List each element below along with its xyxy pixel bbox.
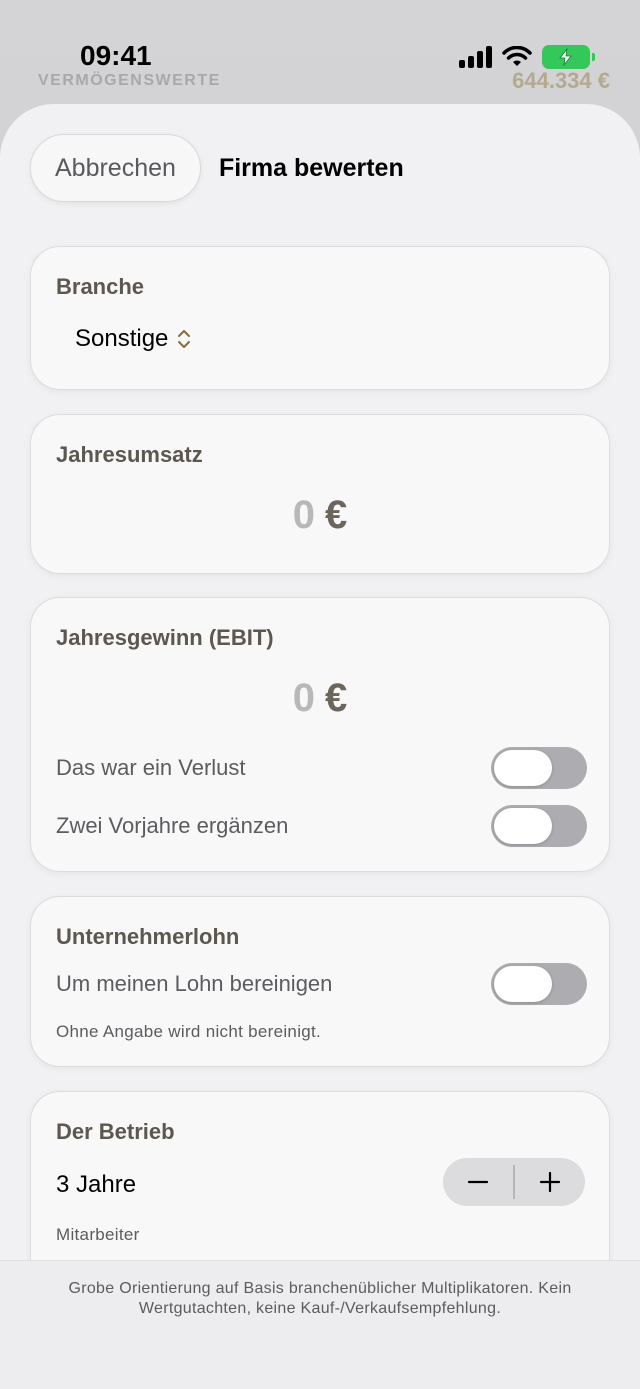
toggle-knob xyxy=(494,808,552,844)
status-icons xyxy=(459,45,595,69)
branche-card: Branche Sonstige xyxy=(30,246,610,390)
battery-charging-icon xyxy=(542,45,595,69)
decrement-button[interactable] xyxy=(443,1158,513,1206)
years-stepper xyxy=(443,1158,585,1206)
jahresumsatz-amount-field[interactable]: 0 € xyxy=(31,493,609,538)
toggle-knob xyxy=(494,750,552,786)
prior-years-row: Zwei Vorjahre ergänzen xyxy=(56,805,587,847)
jahresumsatz-card: Jahresumsatz 0 € xyxy=(30,414,610,574)
sheet-title: Firma bewerten xyxy=(218,153,404,182)
currency-symbol: € xyxy=(325,493,348,537)
loss-toggle[interactable] xyxy=(491,747,587,789)
branche-picker-value: Sonstige xyxy=(75,325,169,352)
employees-label: Mitarbeiter xyxy=(56,1225,140,1244)
salary-adjust-label: Um meinen Lohn bereinigen xyxy=(56,971,333,996)
jahresgewinn-amount-field[interactable]: 0 € xyxy=(31,676,609,721)
valuation-sheet: Abbrechen Firma bewerten Branche Sonstig… xyxy=(0,104,640,1389)
prior-years-toggle[interactable] xyxy=(491,805,587,847)
loss-row: Das war ein Verlust xyxy=(56,747,587,789)
wifi-icon xyxy=(502,46,532,66)
chevron-up-down-icon xyxy=(178,330,191,348)
jahresgewinn-card: Jahresgewinn (EBIT) 0 € Das war ein Verlu… xyxy=(30,597,610,872)
disclaimer-footer: Grobe Orientierung auf Basis branchenübl… xyxy=(0,1260,640,1389)
cellular-signal-icon xyxy=(459,46,492,68)
betrieb-title: Der Betrieb xyxy=(56,1119,175,1144)
minus-icon xyxy=(468,1180,489,1184)
jahresgewinn-title: Jahresgewinn (EBIT) xyxy=(56,625,274,650)
jahresumsatz-title: Jahresumsatz xyxy=(56,442,203,467)
cancel-button[interactable]: Abbrechen xyxy=(30,134,201,202)
jahresgewinn-amount: 0 xyxy=(292,676,315,720)
years-value: 3 Jahre xyxy=(56,1171,137,1198)
status-time: 09:41 xyxy=(80,40,152,71)
unternehmerlohn-card: Unternehmerlohn Um meinen Lohn bereinige… xyxy=(30,896,610,1067)
currency-symbol: € xyxy=(325,676,348,720)
jahresumsatz-amount: 0 xyxy=(292,493,315,537)
loss-label: Das war ein Verlust xyxy=(56,755,246,780)
disclaimer-text: Grobe Orientierung auf Basis branchenübl… xyxy=(68,1280,572,1317)
branche-picker[interactable]: Sonstige xyxy=(75,325,192,353)
branche-title: Branche xyxy=(56,274,145,299)
plus-icon xyxy=(539,1171,560,1193)
increment-button[interactable] xyxy=(515,1158,585,1206)
salary-note: Ohne Angabe wird nicht bereinigt. xyxy=(56,1022,322,1041)
sheet-header: Abbrechen Firma bewerten xyxy=(30,134,610,202)
salary-adjust-row: Um meinen Lohn bereinigen xyxy=(56,963,587,1005)
status-bar: 09:41 xyxy=(0,0,640,100)
unternehmerlohn-title: Unternehmerlohn xyxy=(56,924,240,949)
salary-adjust-toggle[interactable] xyxy=(491,963,587,1005)
toggle-knob xyxy=(494,966,552,1002)
prior-years-label: Zwei Vorjahre ergänzen xyxy=(56,813,289,838)
